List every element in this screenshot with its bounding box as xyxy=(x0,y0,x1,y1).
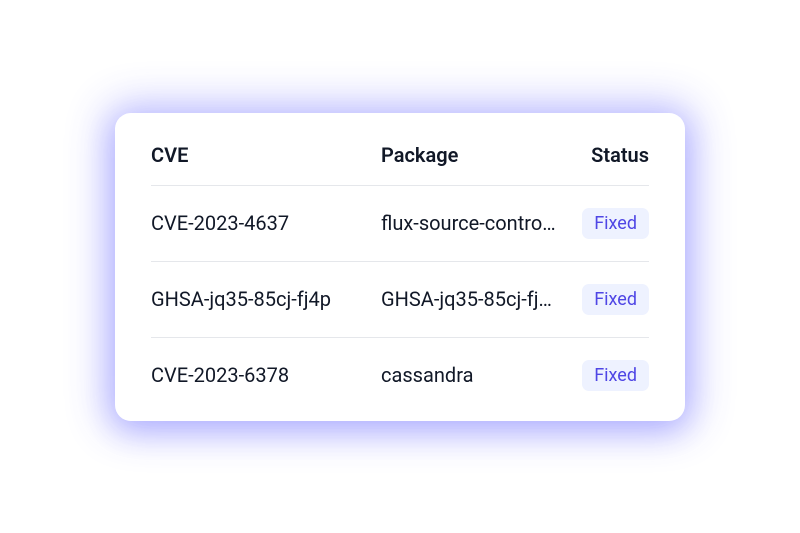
package-name: cassandra xyxy=(381,363,569,387)
vulnerability-card: CVE Package Status CVE-2023-4637 flux-so… xyxy=(115,113,685,421)
table-row[interactable]: GHSA-jq35-85cj-fj4p GHSA-jq35-85cj-fj4p … xyxy=(151,262,649,338)
column-header-package: Package xyxy=(381,143,569,167)
status-cell: Fixed xyxy=(569,208,649,239)
status-badge: Fixed xyxy=(582,208,649,239)
cve-id[interactable]: GHSA-jq35-85cj-fj4p xyxy=(151,287,381,311)
status-cell: Fixed xyxy=(569,360,649,391)
package-name: flux-source-controll... xyxy=(381,211,569,235)
column-header-status: Status xyxy=(569,143,649,167)
cve-id[interactable]: CVE-2023-4637 xyxy=(151,211,381,235)
table-header-row: CVE Package Status xyxy=(151,143,649,186)
package-name: GHSA-jq35-85cj-fj4p xyxy=(381,287,569,311)
table-row[interactable]: CVE-2023-4637 flux-source-controll... Fi… xyxy=(151,186,649,262)
cve-id[interactable]: CVE-2023-6378 xyxy=(151,363,381,387)
table-row[interactable]: CVE-2023-6378 cassandra Fixed xyxy=(151,338,649,391)
vulnerability-table: CVE Package Status CVE-2023-4637 flux-so… xyxy=(151,143,649,391)
status-cell: Fixed xyxy=(569,284,649,315)
status-badge: Fixed xyxy=(582,284,649,315)
column-header-cve: CVE xyxy=(151,143,381,167)
status-badge: Fixed xyxy=(582,360,649,391)
